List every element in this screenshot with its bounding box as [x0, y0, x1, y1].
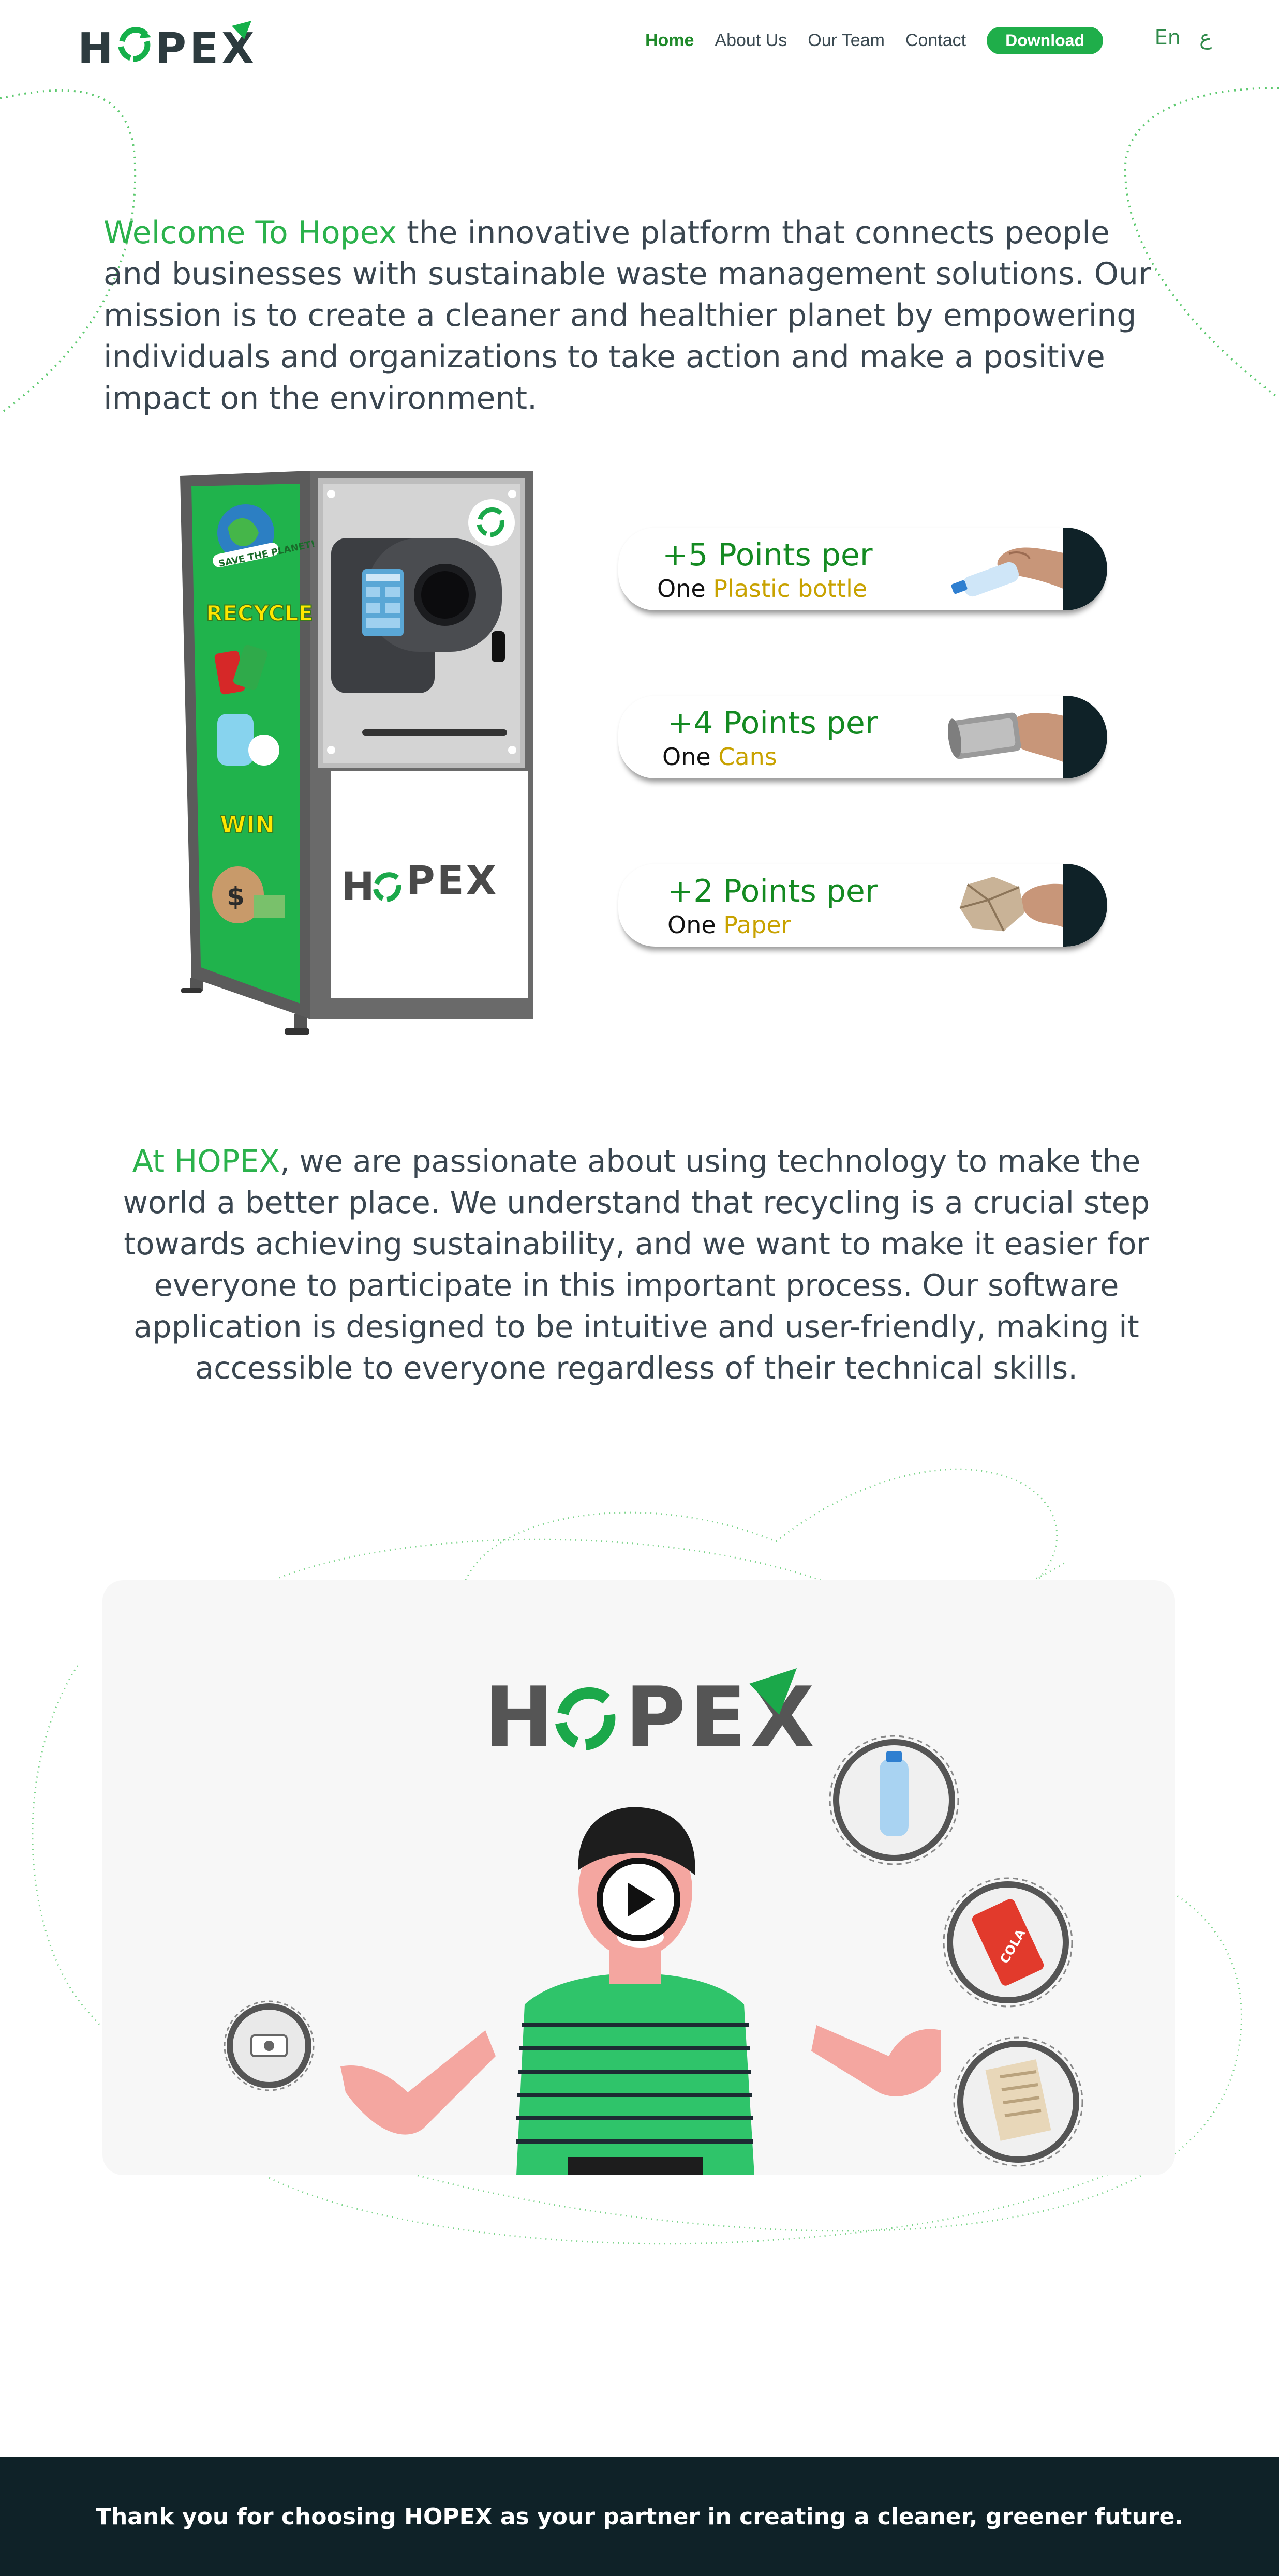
points-card-cans: +4 Points per One Cans — [618, 696, 1107, 778]
main-nav: Home About Us Our Team Contact Download — [645, 27, 1103, 54]
nav-home[interactable]: Home — [645, 31, 694, 51]
points-value: +5 Points per — [662, 537, 873, 573]
about-text: , we are passionate about using technolo… — [123, 1143, 1150, 1386]
about-highlight: At HOPEX — [132, 1143, 280, 1179]
video-logo-h: H — [484, 1669, 558, 1765]
points-value: +4 Points per — [667, 705, 878, 741]
can-hand-icon — [947, 712, 1066, 763]
site-logo[interactable]: H PEX — [78, 21, 259, 72]
download-button[interactable]: Download — [987, 27, 1103, 54]
intro-video[interactable]: H PEX COLA — [102, 1580, 1175, 2175]
video-thumbnail: H PEX COLA — [224, 1668, 1083, 2175]
points-value: +2 Points per — [667, 873, 878, 909]
lang-en[interactable]: En — [1155, 26, 1181, 50]
machine-side-bottom: WIN — [220, 811, 275, 838]
points-item: One Paper — [667, 911, 791, 939]
intro-paragraph: Welcome To Hopex the innovative platform… — [103, 212, 1169, 419]
footer-text: Thank you for choosing HOPEX as your par… — [95, 2503, 1184, 2530]
paper-hand-icon — [959, 877, 1066, 932]
points-card-bottle: +5 Points per One Plastic bottle — [618, 528, 1107, 610]
points-card-paper: +2 Points per One Paper — [618, 864, 1107, 947]
language-switcher: En ع — [1155, 26, 1212, 50]
nav-about-us[interactable]: About Us — [715, 31, 787, 51]
svg-text:H: H — [341, 863, 377, 909]
about-paragraph: At HOPEX, we are passionate about using … — [103, 1141, 1169, 1389]
intro-highlight: Welcome To Hopex — [103, 215, 397, 251]
points-item: One Plastic bottle — [657, 575, 868, 603]
machine-side-mid: RECYCLE — [206, 601, 313, 626]
bottle-hand-icon — [951, 547, 1066, 597]
recycling-machine-illustration: H PEX SAVE THE PLANET! RECYCLE WIN $ — [180, 471, 533, 1035]
logo-mark: H PEX — [78, 21, 254, 72]
points-item: One Cans — [662, 743, 777, 771]
svg-text:H: H — [78, 24, 116, 72]
nav-our-team[interactable]: Our Team — [808, 31, 885, 51]
nav-contact[interactable]: Contact — [905, 31, 966, 51]
lang-ar[interactable]: ع — [1199, 26, 1212, 50]
svg-text:PEX: PEX — [406, 857, 498, 903]
svg-text:$: $ — [227, 881, 245, 911]
site-footer: Thank you for choosing HOPEX as your par… — [0, 2457, 1279, 2576]
